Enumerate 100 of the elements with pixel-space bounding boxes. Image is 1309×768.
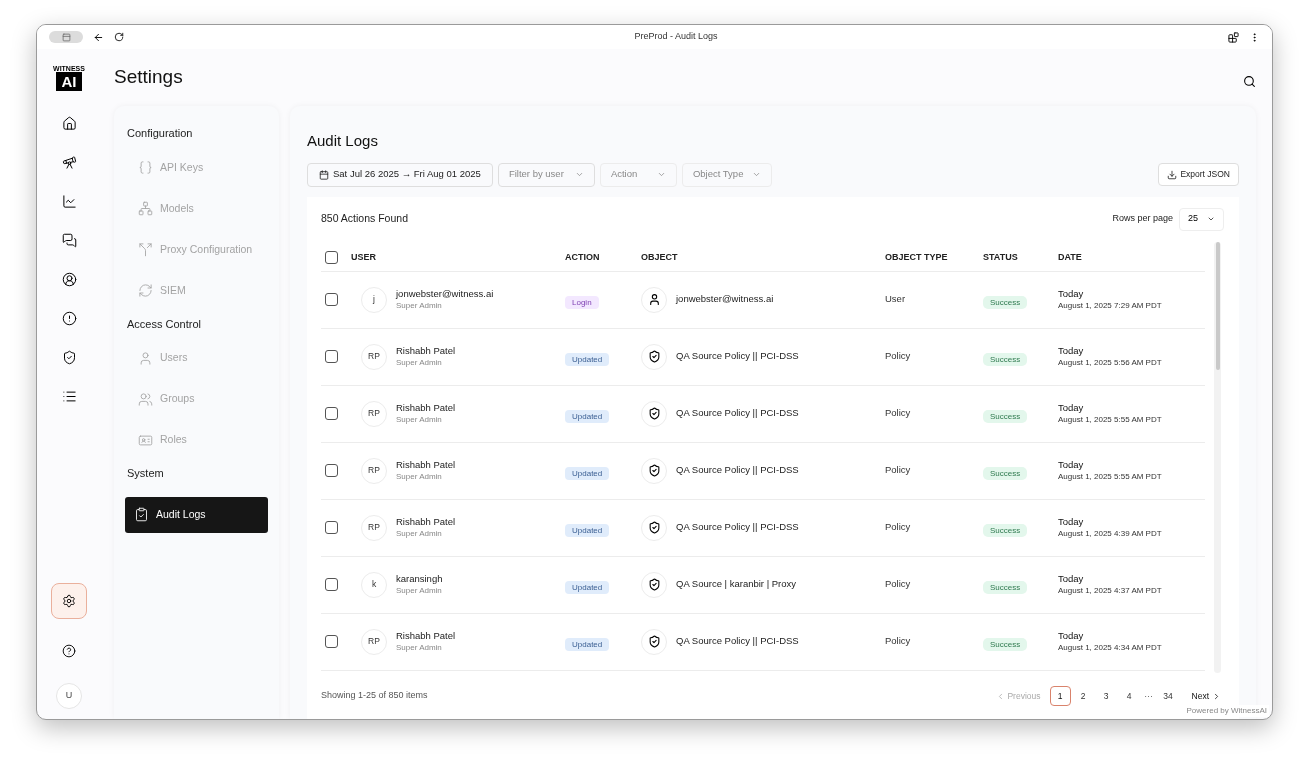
nav-rail-item[interactable] bbox=[51, 583, 87, 619]
date-day: Today bbox=[1058, 402, 1205, 414]
page-button[interactable]: 3 bbox=[1095, 686, 1117, 706]
shield-icon bbox=[647, 578, 661, 591]
user-name: Rishabh Patel bbox=[396, 630, 456, 642]
action-badge: Updated bbox=[565, 466, 610, 480]
status-badge: Success bbox=[983, 580, 1028, 594]
rows-per-page-select[interactable]: 25 bbox=[1179, 207, 1224, 231]
object-type: Policy bbox=[885, 577, 912, 592]
status-badge: Success bbox=[983, 295, 1028, 309]
action-badge: Updated bbox=[565, 352, 610, 366]
calendar-icon bbox=[319, 169, 329, 180]
action-badge: Updated bbox=[565, 580, 610, 594]
refresh-icon bbox=[138, 283, 153, 298]
settings-icon bbox=[62, 594, 76, 608]
help-icon bbox=[62, 644, 76, 658]
users-icon bbox=[138, 391, 153, 407]
column-header: OBJECT bbox=[641, 250, 679, 264]
status-badge: Success bbox=[983, 409, 1028, 423]
user-name: Rishabh Patel bbox=[396, 459, 456, 471]
scrollbar-thumb[interactable] bbox=[1215, 241, 1220, 370]
page-title: Settings bbox=[114, 65, 184, 90]
filter-dropdown[interactable]: Action bbox=[599, 162, 677, 187]
pagination-summary: Showing 1-25 of 850 items bbox=[321, 689, 429, 703]
checkbox[interactable] bbox=[325, 635, 338, 648]
object-name: jonwebster@witness.ai bbox=[676, 292, 774, 307]
date-time: August 1, 2025 4:39 AM PDT bbox=[1058, 528, 1163, 539]
extension-icon[interactable] bbox=[1228, 31, 1239, 43]
page-button[interactable]: 34 bbox=[1157, 686, 1179, 706]
user-name: jonwebster@witness.ai bbox=[396, 288, 494, 300]
shield-icon bbox=[647, 635, 661, 648]
column-header: DATE bbox=[1058, 250, 1083, 264]
action-badge: Login bbox=[565, 295, 599, 309]
reload-icon[interactable] bbox=[114, 32, 124, 42]
status-badge: Success bbox=[983, 523, 1028, 537]
action-badge: Updated bbox=[565, 523, 610, 537]
shield-icon bbox=[61, 349, 77, 365]
page-button[interactable]: 4 bbox=[1118, 686, 1140, 706]
home-icon bbox=[61, 115, 77, 131]
split-arrows-icon bbox=[138, 242, 153, 257]
chevron-down-icon bbox=[1207, 215, 1215, 223]
window-title: PreProd - Audit Logs bbox=[633, 30, 719, 44]
date-time: August 1, 2025 7:29 AM PDT bbox=[1058, 300, 1163, 311]
date-range-button[interactable]: Sat Jul 26 2025 → Fri Aug 01 2025 bbox=[307, 162, 493, 187]
date-day: Today bbox=[1058, 459, 1205, 471]
page-button[interactable]: 1 bbox=[1049, 686, 1071, 706]
search-icon[interactable] bbox=[1243, 75, 1256, 88]
shield-icon bbox=[647, 464, 661, 477]
object-type: Policy bbox=[885, 349, 912, 364]
filter-dropdown[interactable]: Filter by user bbox=[497, 162, 595, 187]
checkbox[interactable] bbox=[325, 521, 338, 534]
column-header: ACTION bbox=[565, 250, 601, 264]
object-name: QA Source Policy || PCI-DSS bbox=[676, 634, 799, 649]
back-icon[interactable] bbox=[93, 31, 104, 43]
export-json-button[interactable]: Export JSON bbox=[1158, 163, 1239, 186]
telescope-icon bbox=[61, 154, 77, 170]
chevron-down-icon bbox=[751, 170, 761, 179]
checkbox[interactable] bbox=[325, 578, 338, 591]
date-time: August 1, 2025 5:55 AM PDT bbox=[1058, 471, 1163, 482]
user-name: Rishabh Patel bbox=[396, 516, 456, 528]
user-role: Super Admin bbox=[396, 642, 443, 653]
panel-title: Audit Logs bbox=[307, 131, 379, 151]
clipboard-icon bbox=[134, 507, 149, 522]
date-time: August 1, 2025 5:56 AM PDT bbox=[1058, 357, 1163, 368]
profile-avatar[interactable]: U bbox=[56, 683, 82, 709]
user-role: Super Admin bbox=[396, 528, 443, 539]
date-day: Today bbox=[1058, 288, 1205, 300]
filter-dropdown[interactable]: Object Type bbox=[681, 162, 772, 187]
user-name: Rishabh Patel bbox=[396, 402, 456, 414]
shield-icon bbox=[647, 350, 661, 363]
section-heading: System bbox=[127, 466, 165, 481]
results-count: 850 Actions Found bbox=[321, 211, 409, 227]
checkbox[interactable] bbox=[325, 251, 338, 264]
date-day: Today bbox=[1058, 630, 1205, 642]
date-day: Today bbox=[1058, 345, 1205, 357]
status-badge: Success bbox=[983, 637, 1028, 651]
page-button[interactable]: 2 bbox=[1072, 686, 1094, 706]
checkbox[interactable] bbox=[325, 407, 338, 420]
next-button[interactable]: Next bbox=[1191, 689, 1221, 703]
checkbox[interactable] bbox=[325, 293, 338, 306]
action-badge: Updated bbox=[565, 409, 610, 423]
user-role: Super Admin bbox=[396, 357, 443, 368]
sidebar-toggle-icon[interactable] bbox=[49, 31, 83, 43]
settings-menu-item[interactable]: Audit Logs bbox=[125, 496, 268, 533]
object-type: Policy bbox=[885, 463, 912, 478]
object-name: QA Source | karanbir | Proxy bbox=[676, 577, 797, 592]
id-card-icon bbox=[138, 432, 153, 448]
chevron-down-icon bbox=[574, 170, 584, 179]
status-badge: Success bbox=[983, 352, 1028, 366]
object-name: QA Source Policy || PCI-DSS bbox=[676, 349, 799, 364]
column-header: OBJECT TYPE bbox=[885, 250, 949, 264]
user-icon bbox=[138, 350, 153, 366]
nodes-icon bbox=[138, 201, 153, 216]
chat-icon bbox=[61, 232, 77, 248]
powered-by-text: Powered by WitnessAI bbox=[1184, 705, 1269, 717]
checkbox[interactable] bbox=[325, 350, 338, 363]
object-name: QA Source Policy || PCI-DSS bbox=[676, 406, 799, 421]
object-type: User bbox=[885, 292, 907, 307]
checkbox[interactable] bbox=[325, 464, 338, 477]
object-name: QA Source Policy || PCI-DSS bbox=[676, 520, 799, 535]
